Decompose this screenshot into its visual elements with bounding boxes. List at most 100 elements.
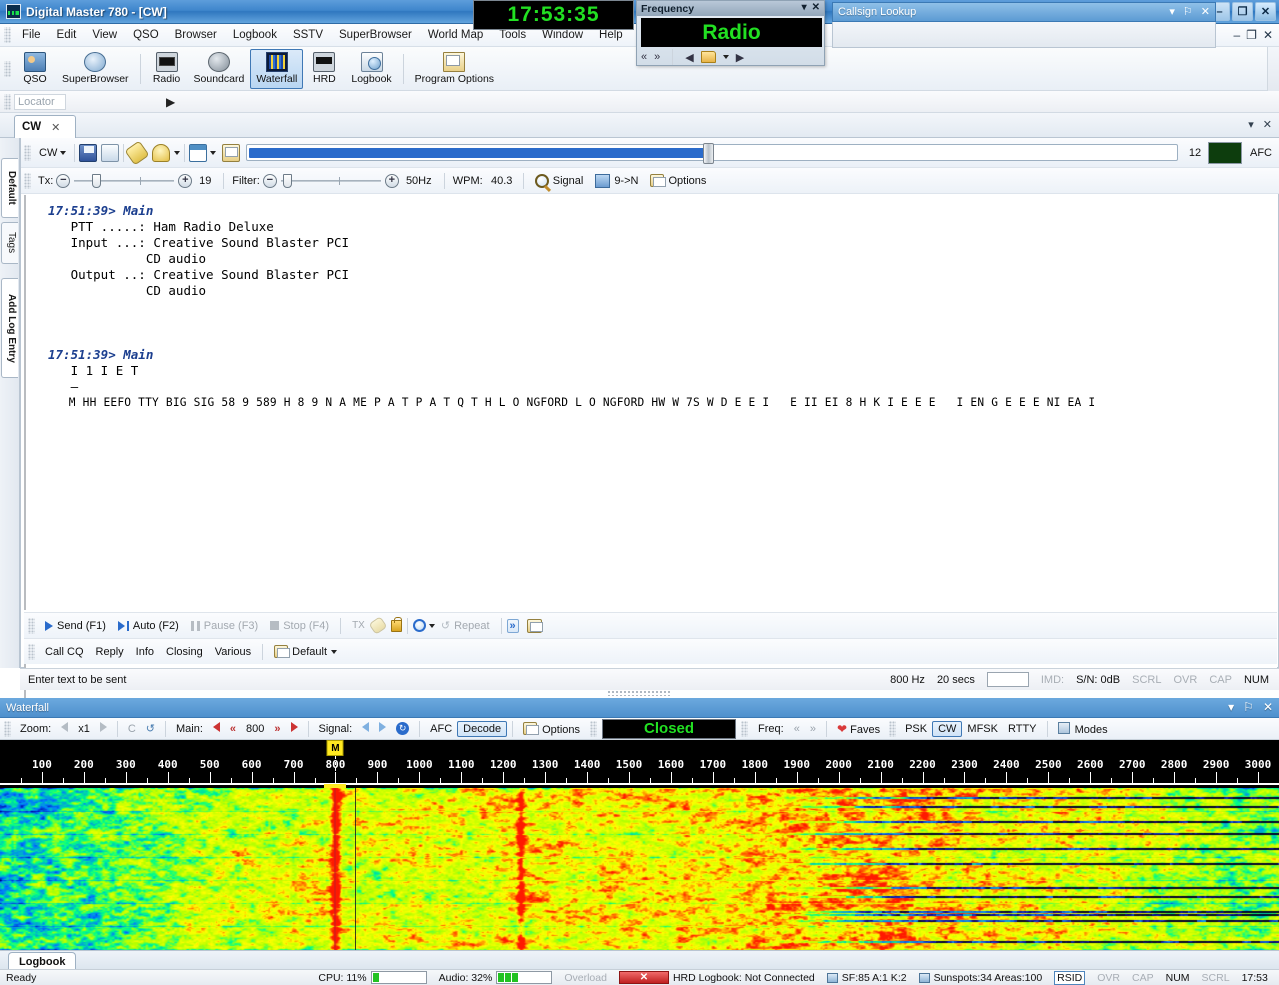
tab-logbook[interactable]: Logbook xyxy=(8,952,77,970)
frequency-prev-all-button[interactable]: « xyxy=(641,51,647,63)
bell-icon[interactable] xyxy=(152,143,171,162)
toolbar-button-waterfall[interactable]: Waterfall xyxy=(250,48,304,89)
signal-sync-button[interactable]: ↻ xyxy=(391,721,414,736)
splitter-handle[interactable] xyxy=(607,690,671,696)
mode-mfsk-button[interactable]: MFSK xyxy=(962,722,1003,736)
waterfall-toolbar-grip[interactable] xyxy=(4,720,11,737)
chevron-down-icon[interactable] xyxy=(428,623,435,628)
sidebar-tab-default[interactable]: Default xyxy=(1,158,18,218)
macro-reply[interactable]: Reply xyxy=(90,644,130,660)
lock-icon[interactable] xyxy=(390,616,402,632)
save-icon[interactable] xyxy=(79,143,98,162)
modes-button[interactable]: Modes xyxy=(1053,721,1113,737)
zoom-prev-button[interactable] xyxy=(56,721,73,736)
faves-button[interactable]: ❤ Faves xyxy=(832,721,885,737)
close-icon[interactable]: ✕ xyxy=(1201,5,1210,18)
close-icon[interactable]: ✕ xyxy=(1263,700,1273,714)
mode-cw-button[interactable]: CW xyxy=(932,720,963,737)
menu-view[interactable]: View xyxy=(84,26,125,44)
chevron-down-icon[interactable] xyxy=(210,150,217,155)
toolbar-button-superbrowser[interactable]: SuperBrowser xyxy=(56,49,135,89)
chevron-down-icon[interactable] xyxy=(174,150,181,155)
main-next-fast-button[interactable]: » xyxy=(269,722,285,736)
cw-toolbar2-grip[interactable] xyxy=(24,172,31,189)
pin-icon[interactable]: ⚐ xyxy=(1183,5,1193,18)
main-next-button[interactable] xyxy=(286,721,303,736)
freq-next-button[interactable]: » xyxy=(805,722,821,736)
mdi-restore-button[interactable]: ❐ xyxy=(1246,28,1257,42)
main-prev-fast-button[interactable]: « xyxy=(225,722,241,736)
repeat-button[interactable]: ↺ Repeat xyxy=(435,617,496,634)
frequency-prev-button[interactable]: ◀ xyxy=(685,51,693,64)
close-icon[interactable]: ✕ xyxy=(51,121,60,134)
sidebar-tab-add-log-entry[interactable]: Add Log Entry xyxy=(1,278,18,378)
signal-button[interactable]: Signal xyxy=(529,172,590,190)
chevron-down-icon[interactable]: ▾ xyxy=(1169,5,1175,18)
send-button[interactable]: Send (F1) xyxy=(39,618,112,634)
clock-icon[interactable] xyxy=(412,619,426,632)
clear-button[interactable]: C xyxy=(123,722,141,736)
toolbar-button-hrd[interactable]: HRD xyxy=(303,49,345,89)
solar-indicator[interactable]: SF:85 A:1 K:2 xyxy=(821,972,913,984)
zoom-next-button[interactable] xyxy=(95,721,112,736)
filter-increment-button[interactable]: + xyxy=(384,173,399,188)
menu-sstv[interactable]: SSTV xyxy=(285,26,331,44)
menu-file[interactable]: File xyxy=(14,26,49,44)
main-prev-button[interactable] xyxy=(208,721,225,736)
toolbar-grip[interactable] xyxy=(4,60,11,77)
sidebar-tab-tags[interactable]: Tags xyxy=(1,222,18,264)
afc-label[interactable]: AFC xyxy=(1242,147,1279,159)
receive-text-area[interactable]: 17:51:39> Main PTT .....: Ham Radio Delu… xyxy=(24,195,1277,610)
cw-options-button[interactable]: Options xyxy=(644,172,712,189)
mode-dropdown[interactable]: CW xyxy=(35,145,70,161)
filter-decrement-button[interactable]: − xyxy=(262,173,277,188)
chevron-down-icon[interactable]: ▾ xyxy=(1228,700,1234,714)
status-grip[interactable] xyxy=(590,720,598,737)
tx-slider[interactable] xyxy=(74,173,175,188)
macro-info[interactable]: Info xyxy=(130,644,160,660)
menu-qso[interactable]: QSO xyxy=(125,26,167,44)
toolbar-button-program-options[interactable]: Program Options xyxy=(409,49,500,89)
expand-icon[interactable]: » xyxy=(506,618,519,633)
locator-input[interactable]: Locator xyxy=(14,93,66,110)
logbook-connection[interactable]: ✕ HRD Logbook: Not Connected xyxy=(613,971,821,984)
tuning-slider[interactable] xyxy=(246,143,1178,164)
print-preview-icon[interactable] xyxy=(101,143,120,162)
decode-button[interactable]: Decode xyxy=(457,720,508,737)
tab-cw[interactable]: CW ✕ xyxy=(14,115,76,138)
tx-decrement-button[interactable]: − xyxy=(56,173,71,188)
afc-button[interactable]: AFC xyxy=(425,722,457,736)
waterfall-options-button[interactable]: Options xyxy=(518,721,585,737)
folder-icon[interactable] xyxy=(700,51,716,63)
macro-closing[interactable]: Closing xyxy=(160,644,209,660)
frequency-next-button[interactable]: ▶ xyxy=(736,51,744,64)
ratio-button[interactable]: 9->N xyxy=(589,172,644,190)
toolbar-button-soundcard[interactable]: Soundcard xyxy=(188,49,251,89)
mode-rtty-button[interactable]: RTTY xyxy=(1003,722,1042,736)
close-button[interactable]: ✕ xyxy=(1255,2,1276,21)
locator-grip[interactable] xyxy=(4,93,11,110)
freq-prev-button[interactable]: « xyxy=(789,722,805,736)
auto-button[interactable]: Auto (F2) xyxy=(112,618,185,634)
menu-browser[interactable]: Browser xyxy=(167,26,225,44)
cw-toolbar-grip[interactable] xyxy=(24,144,31,161)
menu-grip[interactable] xyxy=(4,27,11,43)
send-toolbar-grip[interactable] xyxy=(28,617,35,634)
ruler-marker[interactable]: M xyxy=(326,740,344,756)
menu-edit[interactable]: Edit xyxy=(49,26,85,44)
menu-superbrowser[interactable]: SuperBrowser xyxy=(331,26,420,44)
toolbar-button-radio[interactable]: Radio xyxy=(146,49,188,89)
toolbar-scroll-column[interactable] xyxy=(1267,47,1279,91)
macro-call-cq[interactable]: Call CQ xyxy=(39,644,90,660)
macro-profile-dropdown[interactable]: Default xyxy=(268,643,343,660)
pin-icon[interactable]: ⚐ xyxy=(1243,700,1254,714)
toolbar-button-logbook[interactable]: Logbook xyxy=(345,49,397,89)
options-icon[interactable] xyxy=(526,618,543,633)
close-icon[interactable]: ✕ xyxy=(1263,118,1272,131)
mode-psk-button[interactable]: PSK xyxy=(900,722,932,736)
waterfall-display[interactable] xyxy=(0,788,1279,952)
modes-grip[interactable] xyxy=(889,720,897,737)
toolbar-button-qso[interactable]: QSO xyxy=(14,49,56,89)
macro-various[interactable]: Various xyxy=(209,644,257,660)
mdi-minimize-button[interactable]: – xyxy=(1233,28,1240,42)
